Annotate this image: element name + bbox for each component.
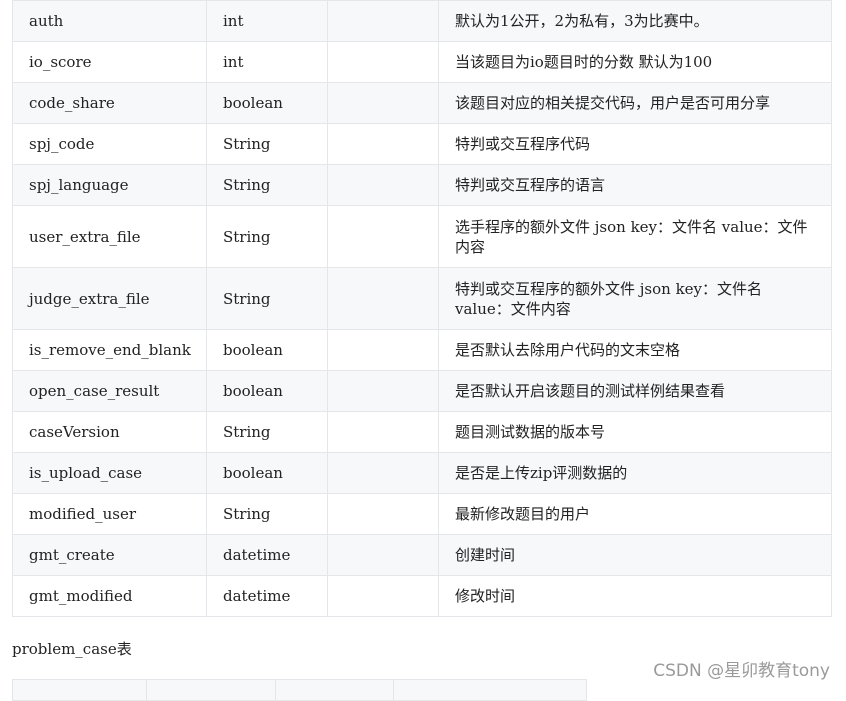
table-cell: String [206,493,328,535]
table-cell: open_case_result [12,370,207,412]
table-cell: 特判或交互程序的额外文件 json key：文件名 value：文件内容 [438,267,832,330]
table-cell: String [206,164,328,206]
table-cell: 选手程序的额外文件 json key：文件名 value：文件内容 [438,205,832,268]
table-cell [393,679,587,701]
table-cell [327,493,439,535]
table-cell: 该题目对应的相关提交代码，用户是否可用分享 [438,82,832,124]
table-cell [327,267,439,330]
table-row: caseVersion String 题目测试数据的版本号 [12,411,832,453]
section-caption: problem_case表 [12,640,132,658]
table-cell: String [206,205,328,268]
table-cell [327,370,439,412]
table-cell: 是否是上传zip评测数据的 [438,452,832,494]
table-cell: auth [12,0,207,42]
table-cell [327,164,439,206]
table-cell [327,534,439,576]
table-cell [327,205,439,268]
table-row: user_extra_file String 选手程序的额外文件 json key：… [12,205,832,268]
table-cell [327,123,439,165]
table-cell: gmt_create [12,534,207,576]
table-cell [12,679,147,701]
table-row: modified_user String 最新修改题目的用户 [12,493,832,535]
table-cell: 题目测试数据的版本号 [438,411,832,453]
next-table-row [12,679,587,701]
table-cell: boolean [206,329,328,371]
field-table-body: auth int 默认为1公开，2为私有，3为比赛中。 io_score int 当该题目… [12,0,832,617]
table-cell: user_extra_file [12,205,207,268]
table-cell [327,41,439,83]
table-cell [327,82,439,124]
table-row: spj_code String 特判或交互程序代码 [12,123,832,165]
field-table: auth int 默认为1公开，2为私有，3为比赛中。 io_score int 当该题目… [12,0,832,617]
table-cell: is_remove_end_blank [12,329,207,371]
table-row: open_case_result boolean 是否默认开启该题目的测试样例结果查… [12,370,832,412]
table-cell: spj_code [12,123,207,165]
table-cell: caseVersion [12,411,207,453]
table-cell: boolean [206,452,328,494]
table-cell [275,679,394,701]
table-row: code_share boolean 该题目对应的相关提交代码，用户是否可用分享 [12,82,832,124]
table-cell: 特判或交互程序代码 [438,123,832,165]
table-cell: judge_extra_file [12,267,207,330]
table-cell: 是否默认去除用户代码的文末空格 [438,329,832,371]
table-cell [327,329,439,371]
table-cell: 修改时间 [438,575,832,617]
table-cell: io_score [12,41,207,83]
table-cell: int [206,41,328,83]
table-row: judge_extra_file String 特判或交互程序的额外文件 json … [12,267,832,330]
table-cell: 是否默认开启该题目的测试样例结果查看 [438,370,832,412]
next-table-partial [12,679,587,701]
watermark: CSDN @星卯教育tony [653,661,830,681]
table-cell [146,679,276,701]
table-cell: 默认为1公开，2为私有，3为比赛中。 [438,0,832,42]
table-cell: 创建时间 [438,534,832,576]
table-row: gmt_modified datetime 修改时间 [12,575,832,617]
table-row: gmt_create datetime 创建时间 [12,534,832,576]
table-cell: int [206,0,328,42]
table-row: is_upload_case boolean 是否是上传zip评测数据的 [12,452,832,494]
table-cell [327,452,439,494]
table-cell: boolean [206,82,328,124]
table-row: auth int 默认为1公开，2为私有，3为比赛中。 [12,0,832,42]
table-cell: 当该题目为io题目时的分数 默认为100 [438,41,832,83]
table-row: is_remove_end_blank boolean 是否默认去除用户代码的文末空… [12,329,832,371]
table-cell: String [206,267,328,330]
table-cell [327,0,439,42]
table-cell: 最新修改题目的用户 [438,493,832,535]
table-cell: spj_language [12,164,207,206]
table-cell: gmt_modified [12,575,207,617]
table-cell: datetime [206,534,328,576]
table-cell [327,575,439,617]
table-cell: String [206,411,328,453]
table-row: io_score int 当该题目为io题目时的分数 默认为100 [12,41,832,83]
table-cell: datetime [206,575,328,617]
table-cell: is_upload_case [12,452,207,494]
table-cell: modified_user [12,493,207,535]
table-row: spj_language String 特判或交互程序的语言 [12,164,832,206]
table-cell: code_share [12,82,207,124]
table-cell: String [206,123,328,165]
table-cell: 特判或交互程序的语言 [438,164,832,206]
table-cell [327,411,439,453]
table-cell: boolean [206,370,328,412]
